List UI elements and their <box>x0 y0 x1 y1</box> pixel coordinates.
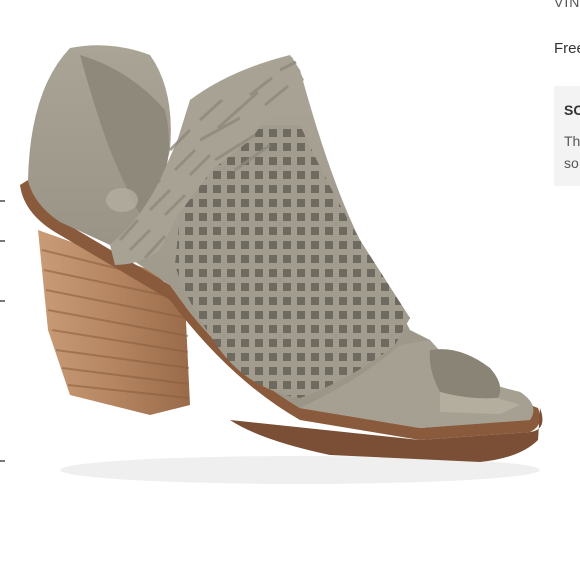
info-box-text-line1: Th <box>564 133 580 149</box>
thumbnail-strip[interactable] <box>0 180 8 480</box>
thumbnail-marker[interactable] <box>0 200 5 202</box>
info-box-text-line2: so <box>564 155 579 171</box>
thumbnail-marker[interactable] <box>0 300 5 302</box>
shipping-info: Free <box>554 40 580 57</box>
info-box-text: Th so <box>564 130 580 174</box>
product-view: VIN Free SC Th so <box>0 0 580 580</box>
info-box-heading: SC <box>564 102 580 118</box>
product-image[interactable] <box>0 0 580 580</box>
brand-name[interactable]: VIN <box>554 0 580 10</box>
thumbnail-marker[interactable] <box>0 240 5 242</box>
info-box: SC Th so <box>554 86 580 186</box>
thumbnail-marker[interactable] <box>0 460 5 462</box>
product-details-panel: VIN Free SC Th so <box>548 0 580 200</box>
